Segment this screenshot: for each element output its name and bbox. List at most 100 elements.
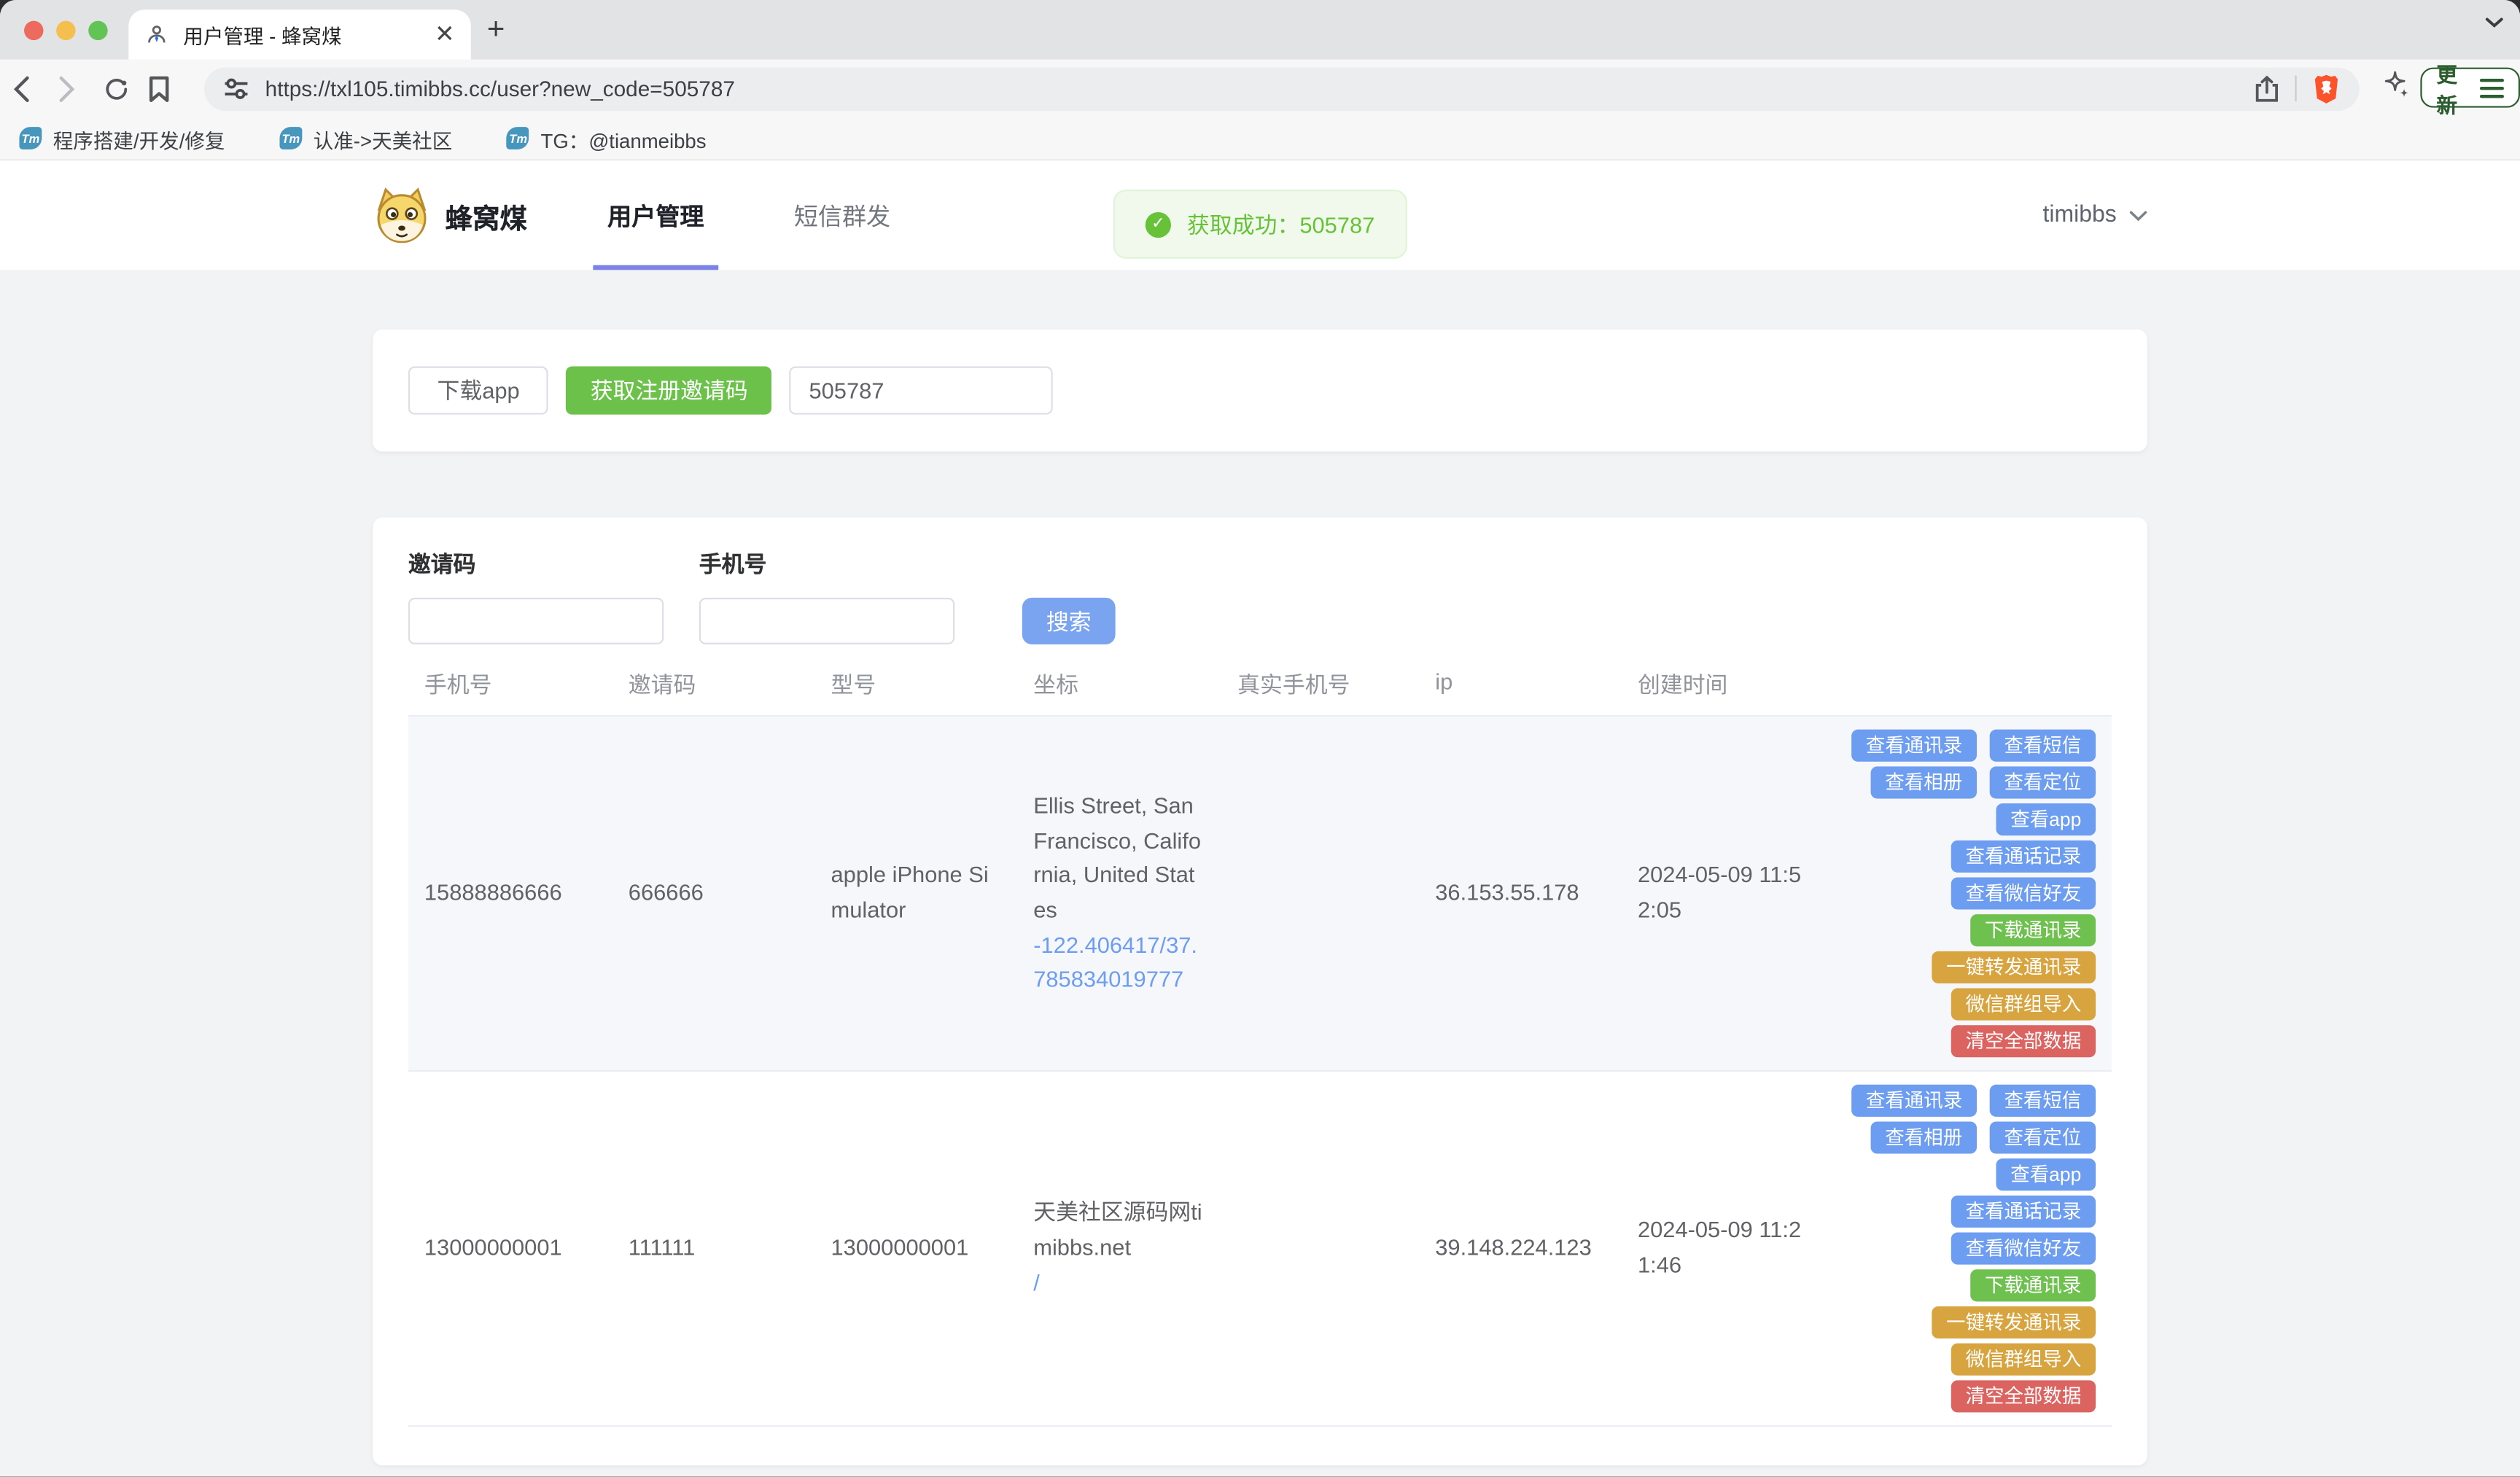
view-app-button[interactable]: 查看app (1996, 803, 2096, 835)
phone-filter-input[interactable] (699, 598, 954, 644)
invite-code-value-input[interactable] (790, 367, 1053, 415)
col-invite-code: 邀请码 (612, 669, 815, 701)
view-app-button[interactable]: 查看app (1996, 1158, 2096, 1190)
view-photos-button[interactable]: 查看相册 (1871, 766, 1978, 798)
back-icon[interactable] (13, 74, 45, 101)
bookmark-item[interactable]: Tm 认准->天美社区 (279, 123, 452, 154)
leo-sparkle-icon[interactable] (2381, 69, 2411, 100)
view-contacts-button[interactable]: 查看通讯录 (1851, 730, 1977, 762)
browser-update-button[interactable]: 更新 (2420, 68, 2520, 108)
cell-model: apple iPhone Simulator (814, 859, 1017, 929)
users-table: 手机号 邀请码 型号 坐标 真实手机号 ip 创建时间 15888886666 … (408, 654, 2112, 1427)
tm-favicon: Tm (507, 127, 529, 149)
view-location-button[interactable]: 查看定位 (1990, 1121, 2096, 1153)
phone-filter-label: 手机号 (699, 548, 954, 580)
cell-ip: 39.148.224.123 (1419, 1231, 1622, 1266)
url-bar[interactable]: https://txl105.timibbs.cc/user?new_code=… (204, 66, 2360, 110)
clear-all-data-button[interactable]: 清空全部数据 (1951, 1025, 2096, 1057)
cell-phone: 15888886666 (408, 876, 612, 911)
bookmark-item[interactable]: Tm TG：@tianmeibbs (507, 123, 706, 154)
download-contacts-button[interactable]: 下载通讯录 (1970, 914, 2096, 946)
address-text: Ellis Street, San Francisco, California,… (1033, 792, 1201, 922)
tab-close-icon[interactable]: ✕ (435, 23, 455, 47)
cell-coordinates: 天美社区源码网timibbs.net / (1017, 1196, 1221, 1301)
new-tab-button[interactable]: + (487, 13, 505, 48)
close-window-button[interactable] (24, 20, 43, 39)
wechat-group-import-button[interactable]: 微信群组导入 (1951, 1344, 2096, 1376)
search-button[interactable]: 搜索 (1022, 598, 1116, 644)
table-row: 15888886666 666666 apple iPhone Simulato… (408, 717, 2112, 1072)
forward-contacts-button[interactable]: 一键转发通讯录 (1932, 951, 2096, 983)
cell-actions: 查看通讯录 查看短信 查看相册 查看定位 查看app 查看通话记录 查看微信好友… (1824, 1085, 2112, 1413)
url-text[interactable]: https://txl105.timibbs.cc/user?new_code=… (265, 77, 2255, 101)
tm-favicon: Tm (19, 127, 42, 149)
page-content: 下载app 获取注册邀请码 邀请码 手机号 搜索 手机号 邀请码 (0, 270, 2520, 1465)
clear-all-data-button[interactable]: 清空全部数据 (1951, 1380, 2096, 1412)
cell-invite-code: 111111 (612, 1231, 815, 1266)
success-check-icon: ✓ (1146, 211, 1171, 237)
download-contacts-button[interactable]: 下载通讯录 (1970, 1269, 2096, 1301)
col-coordinates: 坐标 (1017, 669, 1221, 701)
cell-invite-code: 666666 (612, 876, 815, 911)
doge-logo (373, 187, 430, 244)
site-header: 蜂窝煤 用户管理 短信群发 ✓ 获取成功：505787 timibbs (0, 160, 2520, 270)
success-toast: ✓ 获取成功：505787 (1113, 190, 1407, 259)
browser-tab[interactable]: 用户管理 - 蜂窝煤 ✕ (128, 9, 470, 59)
chevron-down-icon (2129, 210, 2147, 221)
brave-shield-icon[interactable] (2313, 73, 2340, 104)
share-icon[interactable] (2255, 74, 2279, 101)
view-contacts-button[interactable]: 查看通讯录 (1851, 1085, 1977, 1117)
minimize-window-button[interactable] (56, 20, 75, 39)
col-created-at: 创建时间 (1622, 669, 1824, 701)
account-dropdown[interactable]: timibbs (2043, 203, 2147, 228)
browser-window: 用户管理 - 蜂窝煤 ✕ + https://txl105.timibbs.cc… (0, 0, 2520, 1477)
invite-code-card: 下载app 获取注册邀请码 (373, 330, 2147, 452)
view-sms-button[interactable]: 查看短信 (1990, 1085, 2096, 1117)
cell-ip: 36.153.55.178 (1419, 876, 1622, 911)
bookmark-item[interactable]: Tm 程序搭建/开发/修复 (19, 123, 225, 154)
toast-message: 获取成功：505787 (1187, 208, 1374, 240)
get-invite-code-button[interactable]: 获取注册邀请码 (567, 367, 772, 415)
divider (2295, 76, 2296, 101)
tab-strip: 用户管理 - 蜂窝煤 ✕ + (0, 0, 2520, 60)
cell-model: 13000000001 (814, 1231, 1017, 1266)
cell-phone: 13000000001 (408, 1231, 612, 1266)
bookmarks-bar: Tm 程序搭建/开发/修复 Tm 认准->天美社区 Tm TG：@tianmei… (0, 117, 2520, 161)
invite-code-filter-input[interactable] (408, 598, 664, 644)
cell-created-at: 2024-05-09 11:52:05 (1622, 859, 1824, 929)
browser-toolbar: https://txl105.timibbs.cc/user?new_code=… (0, 60, 2520, 117)
view-wechat-friends-button[interactable]: 查看微信好友 (1951, 1233, 2096, 1265)
zoom-window-button[interactable] (88, 20, 107, 39)
view-sms-button[interactable]: 查看短信 (1990, 730, 2096, 762)
wechat-group-import-button[interactable]: 微信群组导入 (1951, 989, 2096, 1021)
view-call-log-button[interactable]: 查看通话记录 (1951, 1196, 2096, 1228)
menu-hamburger-icon (2480, 78, 2504, 97)
col-actions (1824, 669, 2112, 701)
bookmark-icon[interactable] (148, 74, 180, 101)
tab-favicon-person-icon (144, 23, 168, 47)
address-text: 天美社区源码网timibbs.net (1033, 1199, 1202, 1260)
download-app-button[interactable]: 下载app (408, 367, 549, 415)
tune-icon[interactable] (223, 76, 249, 101)
tab-title: 用户管理 - 蜂窝煤 (183, 19, 420, 50)
user-table-card: 邀请码 手机号 搜索 手机号 邀请码 型号 坐标 真实手机号 ip 创建时间 (373, 518, 2147, 1465)
forward-icon[interactable] (58, 74, 90, 101)
col-phone: 手机号 (408, 669, 612, 701)
view-wechat-friends-button[interactable]: 查看微信好友 (1951, 877, 2096, 909)
view-location-button[interactable]: 查看定位 (1990, 766, 2096, 798)
coordinates-link[interactable]: -122.406417/37.785834019777 (1033, 928, 1205, 998)
nav-tab-sms-broadcast[interactable]: 短信群发 (785, 160, 901, 270)
invite-code-filter-label: 邀请码 (408, 548, 664, 580)
view-photos-button[interactable]: 查看相册 (1871, 1121, 1978, 1153)
table-header-row: 手机号 邀请码 型号 坐标 真实手机号 ip 创建时间 (408, 654, 2112, 717)
nav-tab-user-management[interactable]: 用户管理 (598, 160, 714, 270)
forward-contacts-button[interactable]: 一键转发通讯录 (1932, 1306, 2096, 1338)
tab-strip-chevron-icon[interactable] (2485, 16, 2504, 29)
view-call-log-button[interactable]: 查看通话记录 (1951, 841, 2096, 873)
reload-icon[interactable] (103, 74, 135, 101)
coordinates-link[interactable]: / (1033, 1266, 1040, 1301)
brand-title: 蜂窝煤 (446, 195, 527, 235)
traffic-lights (24, 20, 108, 39)
cell-actions: 查看通讯录 查看短信 查看相册 查看定位 查看app 查看通话记录 查看微信好友… (1824, 730, 2112, 1058)
table-row: 13000000001 111111 13000000001 天美社区源码网ti… (408, 1072, 2112, 1427)
